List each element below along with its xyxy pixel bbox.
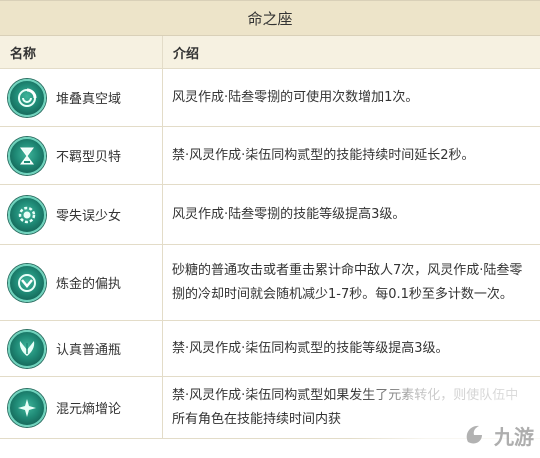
watermark: 九游 bbox=[460, 420, 534, 450]
table-row: 认真普通瓶 禁·风灵作成·柒伍同构贰型的技能等级提高3级。 bbox=[0, 321, 540, 377]
constellation-name: 混元熵增论 bbox=[56, 402, 122, 417]
table-title: 命之座 bbox=[0, 1, 540, 36]
hourglass-icon bbox=[8, 136, 46, 175]
constellation-name: 堆叠真空域 bbox=[56, 92, 122, 107]
table-row: 不羁型贝特 禁·风灵作成·柒伍同构贰型的技能持续时间延长2秒。 bbox=[0, 127, 540, 185]
table-row: 零失误少女 风灵作成·陆叁零捌的技能等级提高3级。 bbox=[0, 185, 540, 245]
constellation-desc: 风灵作成·陆叁零捌的可使用次数增加1次。 bbox=[172, 89, 419, 105]
star-burst-icon bbox=[8, 388, 46, 427]
wings-icon bbox=[8, 329, 46, 368]
table-row: 炼金的偏执 砂糖的普通攻击或者重击累计命中敌人7次，风灵作成·陆叁零捌的冷却时间… bbox=[0, 245, 540, 321]
constellation-desc: 风灵作成·陆叁零捌的技能等级提高3级。 bbox=[172, 206, 406, 222]
vortex-icon bbox=[8, 78, 46, 117]
gear-face-icon bbox=[8, 195, 46, 234]
table-row: 堆叠真空域 风灵作成·陆叁零捌的可使用次数增加1次。 bbox=[0, 69, 540, 127]
constellation-name: 不羁型贝特 bbox=[56, 150, 122, 165]
column-header-name: 名称 bbox=[0, 36, 163, 68]
watermark-text: 九游 bbox=[494, 424, 534, 449]
column-header-desc: 介绍 bbox=[173, 46, 200, 62]
constellation-desc: 禁·风灵作成·柒伍同构贰型的技能等级提高3级。 bbox=[172, 340, 449, 356]
constellation-table: 命之座 名称 介绍 堆叠真空域 风灵作成·陆叁零捌的可使用次数增加1次。 不羁型… bbox=[0, 0, 540, 439]
chevron-shield-icon bbox=[8, 263, 46, 302]
table-header: 名称 介绍 bbox=[0, 36, 540, 69]
constellation-name: 炼金的偏执 bbox=[56, 277, 122, 292]
constellation-desc: 禁·风灵作成·柒伍同构贰型的技能持续时间延长2秒。 bbox=[172, 147, 475, 163]
constellation-desc: 砂糖的普通攻击或者重击累计命中敌人7次，风灵作成·陆叁零捌的冷却时间就会随机减少… bbox=[172, 262, 523, 302]
constellation-name: 认真普通瓶 bbox=[56, 343, 122, 358]
jiuyou-logo-icon bbox=[466, 425, 482, 444]
constellation-name: 零失误少女 bbox=[56, 209, 122, 224]
